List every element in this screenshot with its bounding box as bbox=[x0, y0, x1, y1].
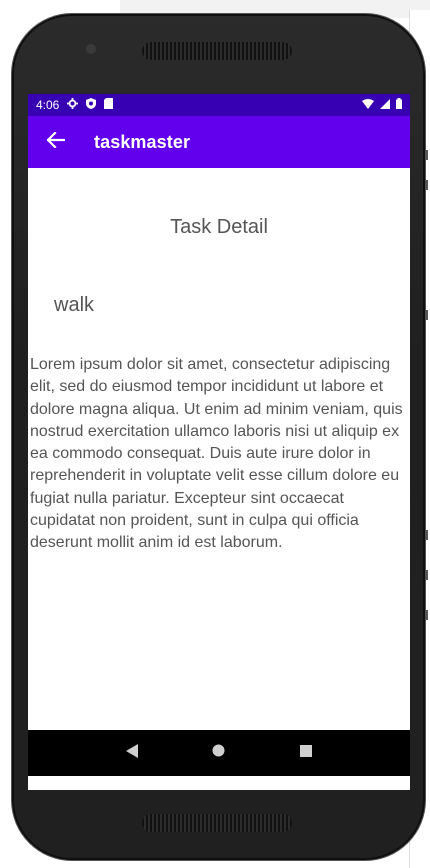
camera-icon bbox=[86, 44, 96, 54]
wifi-icon bbox=[362, 98, 374, 112]
nav-back-button[interactable] bbox=[120, 741, 144, 765]
top-speaker-grille bbox=[142, 42, 292, 60]
task-title: walk bbox=[54, 294, 95, 316]
battery-icon bbox=[396, 98, 402, 112]
task-detail-content: Task Detail walk Lorem ipsum dolor sit a… bbox=[28, 168, 410, 730]
phone-screen: 4:06 taskmaster Task Detail walk Lorem i… bbox=[28, 94, 410, 790]
status-bar: 4:06 bbox=[28, 94, 410, 116]
app-title: taskmaster bbox=[94, 131, 191, 152]
arrow-left-icon bbox=[46, 130, 66, 153]
gear-icon bbox=[67, 98, 79, 112]
bottom-speaker-grille bbox=[142, 814, 292, 832]
recents-square-icon bbox=[300, 744, 313, 762]
phone-frame: 4:06 taskmaster Task Detail walk Lorem i… bbox=[12, 14, 425, 860]
back-button[interactable] bbox=[42, 128, 70, 156]
shield-icon bbox=[86, 98, 97, 112]
task-body: Lorem ipsum dolor sit amet, consectetur … bbox=[30, 356, 403, 552]
sd-card-icon bbox=[104, 98, 114, 112]
status-time: 4:06 bbox=[36, 98, 60, 112]
navigation-bar bbox=[28, 730, 410, 776]
nav-recents-button[interactable] bbox=[294, 741, 318, 765]
app-bar: taskmaster bbox=[28, 116, 410, 168]
signal-icon bbox=[380, 98, 390, 112]
page-heading: Task Detail bbox=[170, 216, 268, 238]
home-circle-icon bbox=[212, 744, 225, 762]
nav-home-button[interactable] bbox=[207, 741, 231, 765]
back-triangle-icon bbox=[125, 743, 138, 763]
